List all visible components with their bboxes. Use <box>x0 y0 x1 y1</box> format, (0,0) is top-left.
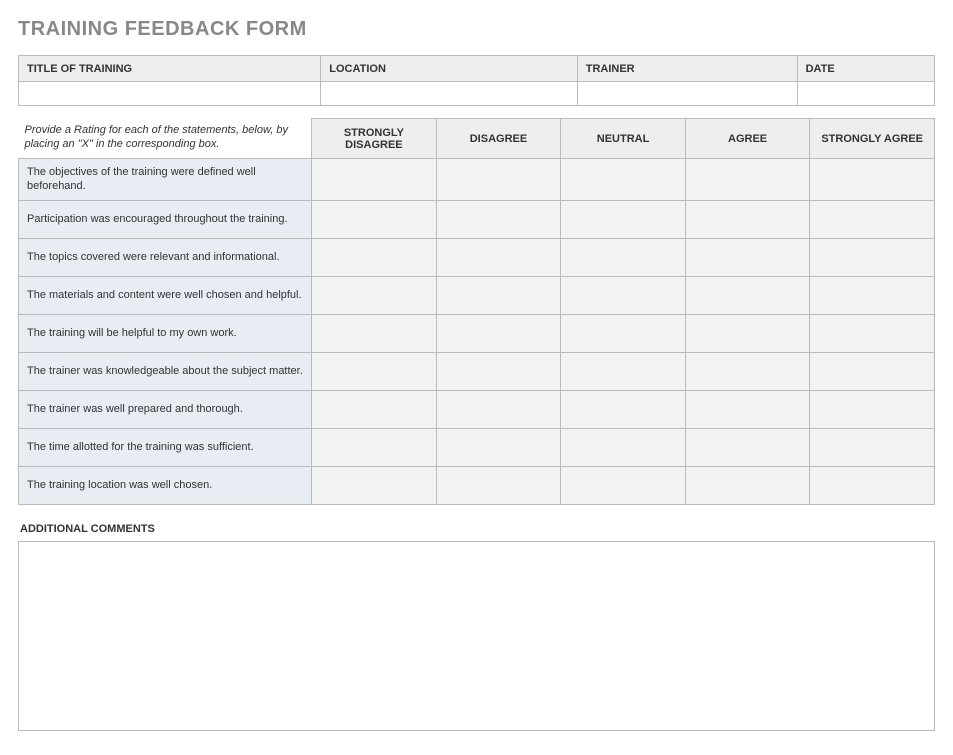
statement-cell: The materials and content were well chos… <box>19 276 312 314</box>
rating-cell[interactable] <box>810 238 935 276</box>
comments-box[interactable] <box>18 541 935 731</box>
statement-cell: The topics covered were relevant and inf… <box>19 238 312 276</box>
rating-table: Provide a Rating for each of the stateme… <box>18 118 935 505</box>
info-value-title[interactable] <box>19 82 321 106</box>
statement-cell: The trainer was well prepared and thorou… <box>19 390 312 428</box>
rating-cell[interactable] <box>561 390 686 428</box>
rating-cell[interactable] <box>312 466 437 504</box>
rating-cell[interactable] <box>685 466 810 504</box>
rating-cell[interactable] <box>436 314 561 352</box>
rating-cell[interactable] <box>312 238 437 276</box>
rating-cell[interactable] <box>436 466 561 504</box>
statement-cell: The training will be helpful to my own w… <box>19 314 312 352</box>
scale-strongly-disagree: STRONGLY DISAGREE <box>312 119 437 159</box>
info-header-location: LOCATION <box>321 56 577 82</box>
statement-cell: Participation was encouraged throughout … <box>19 200 312 238</box>
rating-cell[interactable] <box>312 200 437 238</box>
rating-cell[interactable] <box>810 352 935 390</box>
scale-neutral: NEUTRAL <box>561 119 686 159</box>
rating-cell[interactable] <box>685 238 810 276</box>
rating-cell[interactable] <box>436 352 561 390</box>
rating-cell[interactable] <box>561 314 686 352</box>
rating-cell[interactable] <box>312 390 437 428</box>
rating-cell[interactable] <box>312 159 437 201</box>
rating-cell[interactable] <box>436 200 561 238</box>
scale-strongly-agree: STRONGLY AGREE <box>810 119 935 159</box>
info-header-title: TITLE OF TRAINING <box>19 56 321 82</box>
rating-cell[interactable] <box>810 159 935 201</box>
info-header-trainer: TRAINER <box>577 56 797 82</box>
rating-cell[interactable] <box>810 390 935 428</box>
info-value-location[interactable] <box>321 82 577 106</box>
rating-cell[interactable] <box>685 314 810 352</box>
comments-label: ADDITIONAL COMMENTS <box>20 523 935 535</box>
info-value-trainer[interactable] <box>577 82 797 106</box>
rating-cell[interactable] <box>436 390 561 428</box>
scale-agree: AGREE <box>685 119 810 159</box>
rating-cell[interactable] <box>810 200 935 238</box>
rating-cell[interactable] <box>685 200 810 238</box>
rating-cell[interactable] <box>810 428 935 466</box>
rating-cell[interactable] <box>685 159 810 201</box>
rating-cell[interactable] <box>436 428 561 466</box>
rating-cell[interactable] <box>685 390 810 428</box>
statement-cell: The time allotted for the training was s… <box>19 428 312 466</box>
rating-cell[interactable] <box>436 159 561 201</box>
rating-cell[interactable] <box>685 428 810 466</box>
rating-cell[interactable] <box>810 276 935 314</box>
rating-cell[interactable] <box>312 276 437 314</box>
statement-cell: The objectives of the training were defi… <box>19 159 312 201</box>
scale-disagree: DISAGREE <box>436 119 561 159</box>
info-table: TITLE OF TRAINING LOCATION TRAINER DATE <box>18 55 935 106</box>
info-value-date[interactable] <box>797 82 934 106</box>
rating-cell[interactable] <box>685 276 810 314</box>
rating-cell[interactable] <box>810 314 935 352</box>
statement-cell: The training location was well chosen. <box>19 466 312 504</box>
rating-instructions: Provide a Rating for each of the stateme… <box>19 119 312 159</box>
rating-cell[interactable] <box>561 428 686 466</box>
rating-cell[interactable] <box>561 238 686 276</box>
rating-cell[interactable] <box>561 466 686 504</box>
rating-cell[interactable] <box>561 352 686 390</box>
rating-cell[interactable] <box>312 314 437 352</box>
rating-cell[interactable] <box>312 352 437 390</box>
rating-cell[interactable] <box>312 428 437 466</box>
statement-cell: The trainer was knowledgeable about the … <box>19 352 312 390</box>
rating-cell[interactable] <box>561 276 686 314</box>
rating-cell[interactable] <box>436 276 561 314</box>
rating-cell[interactable] <box>685 352 810 390</box>
rating-cell[interactable] <box>810 466 935 504</box>
page-title: TRAINING FEEDBACK FORM <box>18 18 935 41</box>
rating-cell[interactable] <box>561 159 686 201</box>
info-header-date: DATE <box>797 56 934 82</box>
rating-cell[interactable] <box>561 200 686 238</box>
rating-cell[interactable] <box>436 238 561 276</box>
